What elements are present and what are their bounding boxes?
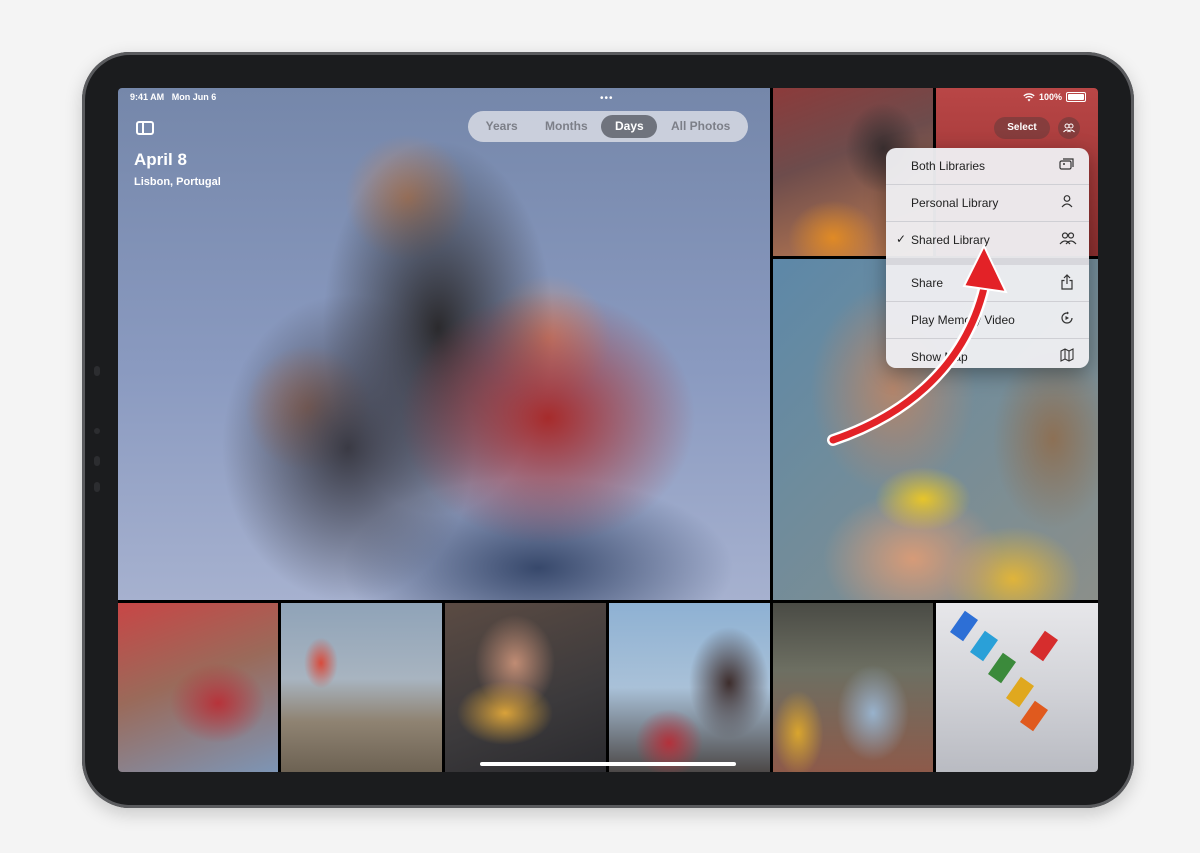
status-date: Mon Jun 6 — [171, 92, 217, 102]
photo-tile[interactable] — [281, 603, 442, 772]
menu-item-show-map[interactable]: Show Map — [886, 339, 1089, 368]
menu-item-label: Share — [911, 276, 944, 290]
multitasking-dots-icon[interactable]: ••• — [600, 93, 614, 104]
photos-app-screen: 9:41 AM Mon Jun 6 ••• 100% April 8 Lisbo… — [118, 88, 1098, 772]
menu-item-label: Show Map — [911, 350, 968, 364]
wifi-icon — [1023, 92, 1035, 101]
map-icon — [1059, 348, 1075, 364]
segment-years[interactable]: Years — [472, 115, 531, 138]
menu-item-play-memory-video[interactable]: Play Memory Video — [886, 302, 1089, 338]
kite-shape — [949, 610, 979, 642]
checkmark-icon: ✓ — [896, 232, 907, 246]
kite-shape — [987, 652, 1017, 684]
menu-item-label: Personal Library — [911, 196, 999, 210]
home-indicator[interactable] — [480, 762, 736, 766]
share-icon — [1059, 274, 1075, 290]
menu-item-label: Play Memory Video — [911, 313, 1015, 327]
segment-months[interactable]: Months — [531, 115, 601, 138]
photo-tile[interactable] — [773, 603, 933, 772]
menu-group-separator — [886, 258, 1089, 265]
menu-item-label: Both Libraries — [911, 159, 986, 173]
side-sensor — [94, 482, 100, 492]
kite-shape — [1029, 630, 1059, 662]
photo-tile[interactable] — [936, 603, 1098, 772]
kite-shape — [1019, 700, 1049, 732]
photo-tile[interactable] — [445, 603, 606, 772]
photos-stack-icon — [1059, 157, 1075, 173]
play-memory-icon — [1059, 311, 1075, 327]
battery-icon — [1066, 92, 1086, 102]
view-segmented-control: Years Months Days All Photos — [468, 111, 748, 142]
photo-tile[interactable] — [609, 603, 770, 772]
battery-percent: 100% — [1038, 92, 1062, 102]
kite-shape — [1005, 676, 1035, 708]
sidebar-icon[interactable] — [136, 121, 154, 135]
library-menu: Both Libraries Personal Library ✓ Shared… — [886, 148, 1089, 368]
menu-item-personal-library[interactable]: Personal Library — [886, 185, 1089, 221]
select-button[interactable]: Select — [994, 117, 1050, 139]
segment-days[interactable]: Days — [601, 115, 658, 138]
location-subtitle: Lisbon, Portugal — [134, 176, 221, 188]
side-sensor — [94, 456, 100, 466]
photo-tile[interactable] — [118, 603, 278, 772]
two-people-icon — [1059, 231, 1077, 247]
camera-dot — [94, 366, 100, 376]
menu-item-label: Shared Library — [911, 233, 990, 247]
person-icon — [1059, 194, 1075, 210]
people-icon[interactable] — [1058, 117, 1080, 139]
hero-photo[interactable] — [118, 88, 770, 600]
menu-item-both-libraries[interactable]: Both Libraries — [886, 148, 1089, 184]
side-sensor — [94, 428, 100, 434]
kite-shape — [969, 630, 999, 662]
menu-item-shared-library[interactable]: ✓ Shared Library — [886, 222, 1089, 258]
status-time-date: 9:41 AM Mon Jun 6 — [130, 92, 216, 102]
status-time: 9:41 AM — [130, 92, 165, 102]
page-title: April 8 — [134, 150, 187, 169]
status-indicators: 100% — [1023, 92, 1086, 102]
segment-all-photos[interactable]: All Photos — [657, 115, 744, 138]
menu-item-share[interactable]: Share — [886, 265, 1089, 301]
